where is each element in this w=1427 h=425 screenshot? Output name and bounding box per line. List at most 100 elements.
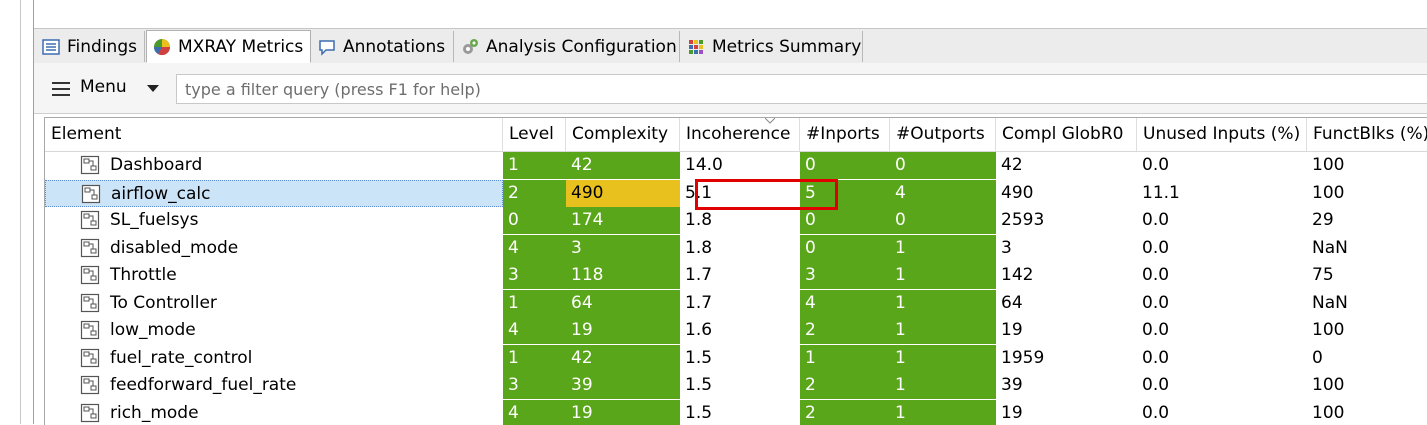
cell-complexity[interactable]: 174 <box>566 207 680 234</box>
cell-functblks[interactable]: 100 <box>1307 317 1427 344</box>
table-row[interactable]: Dashboard14214.000420.0100 <box>45 152 1427 179</box>
cell-functblks[interactable]: NaN <box>1307 290 1427 317</box>
cell-compl-globr0[interactable]: 1959 <box>996 345 1137 372</box>
cell-outports[interactable]: 0 <box>890 152 996 179</box>
cell-compl-globr0[interactable]: 39 <box>996 372 1137 399</box>
cell-level[interactable]: 1 <box>503 290 566 317</box>
cell-inports[interactable]: 0 <box>800 235 890 262</box>
cell-incoherence[interactable]: 14.0 <box>680 152 800 179</box>
cell-outports[interactable]: 1 <box>890 345 996 372</box>
table-row[interactable]: disabled_mode431.80130.0NaN <box>45 235 1427 262</box>
table-row[interactable]: fuel_rate_control1421.51119590.00 <box>45 345 1427 372</box>
cell-functblks[interactable]: 100 <box>1307 372 1427 399</box>
column-header-complexity[interactable]: Complexity <box>566 118 680 151</box>
cell-functblks[interactable]: 29 <box>1307 207 1427 234</box>
cell-unused-inputs[interactable]: 0.0 <box>1137 345 1307 372</box>
cell-unused-inputs[interactable]: 11.1 <box>1137 180 1307 207</box>
tab-annotations[interactable]: Annotations <box>312 31 454 62</box>
table-row[interactable]: Throttle31181.7311420.075 <box>45 262 1427 289</box>
cell-element[interactable]: feedforward_fuel_rate <box>45 372 503 399</box>
column-header-functblks[interactable]: FunctBlks (%) <box>1307 118 1427 151</box>
cell-element[interactable]: SL_fuelsys <box>45 207 503 234</box>
cell-functblks[interactable]: 100 <box>1307 400 1427 425</box>
cell-functblks[interactable]: 75 <box>1307 262 1427 289</box>
cell-compl-globr0[interactable]: 42 <box>996 152 1137 179</box>
cell-element[interactable]: Dashboard <box>45 152 503 179</box>
tab-mxray-metrics[interactable]: MXRAY Metrics <box>146 30 311 63</box>
cell-unused-inputs[interactable]: 0.0 <box>1137 400 1307 425</box>
cell-inports[interactable]: 1 <box>800 345 890 372</box>
cell-unused-inputs[interactable]: 0.0 <box>1137 290 1307 317</box>
cell-outports[interactable]: 1 <box>890 372 996 399</box>
cell-unused-inputs[interactable]: 0.0 <box>1137 235 1307 262</box>
cell-outports[interactable]: 1 <box>890 290 996 317</box>
cell-functblks[interactable]: 100 <box>1307 180 1427 207</box>
cell-unused-inputs[interactable]: 0.0 <box>1137 372 1307 399</box>
cell-unused-inputs[interactable]: 0.0 <box>1137 262 1307 289</box>
tab-findings[interactable]: Findings <box>36 31 145 62</box>
cell-inports[interactable]: 3 <box>800 262 890 289</box>
cell-level[interactable]: 1 <box>503 345 566 372</box>
table-row[interactable]: SL_fuelsys01741.80025930.029 <box>45 207 1427 234</box>
cell-complexity[interactable]: 19 <box>566 317 680 344</box>
cell-complexity[interactable]: 19 <box>566 400 680 425</box>
cell-complexity[interactable]: 118 <box>566 262 680 289</box>
column-header-outports[interactable]: #Outports <box>890 118 996 151</box>
cell-incoherence[interactable]: 1.6 <box>680 317 800 344</box>
hamburger-icon[interactable] <box>52 82 70 96</box>
cell-compl-globr0[interactable]: 64 <box>996 290 1137 317</box>
table-row[interactable]: rich_mode4191.521190.0100 <box>45 400 1427 425</box>
column-header-element[interactable]: Element <box>45 118 503 151</box>
cell-compl-globr0[interactable]: 490 <box>996 180 1137 207</box>
cell-outports[interactable]: 1 <box>890 400 996 425</box>
cell-outports[interactable]: 1 <box>890 317 996 344</box>
cell-inports[interactable]: 0 <box>800 207 890 234</box>
cell-inports[interactable]: 4 <box>800 290 890 317</box>
cell-level[interactable]: 0 <box>503 207 566 234</box>
cell-compl-globr0[interactable]: 19 <box>996 317 1137 344</box>
cell-level[interactable]: 3 <box>503 372 566 399</box>
cell-level[interactable]: 4 <box>503 400 566 425</box>
cell-unused-inputs[interactable]: 0.0 <box>1137 207 1307 234</box>
cell-complexity[interactable]: 42 <box>566 152 680 179</box>
cell-element[interactable]: disabled_mode <box>45 235 503 262</box>
column-header-level[interactable]: Level <box>503 118 566 151</box>
cell-compl-globr0[interactable]: 19 <box>996 400 1137 425</box>
cell-element[interactable]: To Controller <box>45 290 503 317</box>
cell-incoherence[interactable]: 1.5 <box>680 400 800 425</box>
cell-compl-globr0[interactable]: 3 <box>996 235 1137 262</box>
cell-complexity[interactable]: 42 <box>566 345 680 372</box>
cell-unused-inputs[interactable]: 0.0 <box>1137 152 1307 179</box>
chevron-down-icon[interactable] <box>147 85 159 92</box>
cell-incoherence[interactable]: 1.5 <box>680 345 800 372</box>
cell-unused-inputs[interactable]: 0.0 <box>1137 317 1307 344</box>
cell-inports[interactable]: 0 <box>800 152 890 179</box>
cell-outports[interactable]: 0 <box>890 207 996 234</box>
cell-compl-globr0[interactable]: 142 <box>996 262 1137 289</box>
cell-element[interactable]: low_mode <box>45 317 503 344</box>
column-header-incoherence[interactable]: Incoherence <box>680 118 800 151</box>
cell-element[interactable]: rich_mode <box>45 400 503 425</box>
cell-level[interactable]: 4 <box>503 317 566 344</box>
cell-incoherence[interactable]: 1.7 <box>680 290 800 317</box>
menu-button[interactable]: Menu <box>80 77 127 97</box>
cell-incoherence[interactable]: 1.8 <box>680 235 800 262</box>
cell-level[interactable]: 2 <box>503 180 566 207</box>
cell-level[interactable]: 3 <box>503 262 566 289</box>
cell-complexity[interactable]: 3 <box>566 235 680 262</box>
cell-complexity[interactable]: 64 <box>566 290 680 317</box>
tab-analysis-configuration[interactable]: Analysis Configuration <box>455 31 680 62</box>
cell-functblks[interactable]: 0 <box>1307 345 1427 372</box>
cell-outports[interactable]: 4 <box>890 180 996 207</box>
cell-complexity[interactable]: 39 <box>566 372 680 399</box>
cell-incoherence[interactable]: 1.7 <box>680 262 800 289</box>
table-row[interactable]: To Controller1641.741640.0NaN <box>45 290 1427 317</box>
cell-outports[interactable]: 1 <box>890 235 996 262</box>
cell-functblks[interactable]: 100 <box>1307 152 1427 179</box>
cell-complexity[interactable]: 490 <box>566 180 680 207</box>
column-header-compl-globr0[interactable]: Compl GlobR0 <box>996 118 1137 151</box>
column-header-inports[interactable]: #Inports <box>800 118 890 151</box>
cell-incoherence[interactable]: 1.5 <box>680 372 800 399</box>
cell-functblks[interactable]: NaN <box>1307 235 1427 262</box>
cell-element[interactable]: Throttle <box>45 262 503 289</box>
